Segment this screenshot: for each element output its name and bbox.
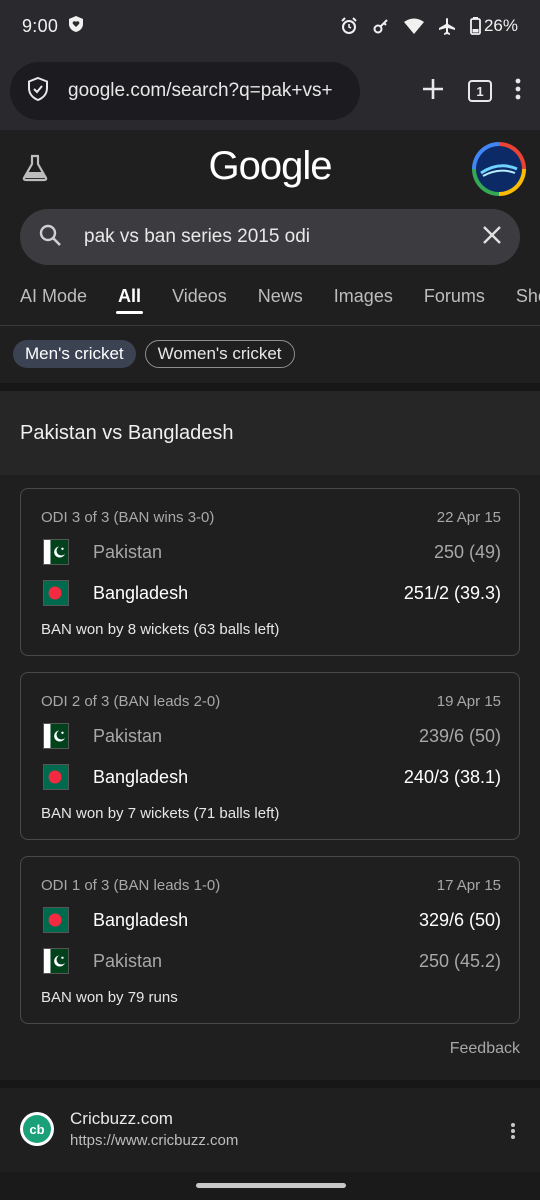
tab-ai-mode[interactable]: AI Mode: [20, 268, 87, 325]
cricbuzz-favicon: cb: [20, 1112, 54, 1146]
new-tab-icon[interactable]: [420, 76, 446, 107]
tab-all[interactable]: All: [116, 268, 144, 325]
account-avatar[interactable]: [472, 142, 526, 196]
team-row: Pakistan 239/6 (50): [43, 722, 501, 750]
battery-percentage: 26%: [483, 16, 518, 35]
overflow-menu-icon[interactable]: [514, 77, 522, 106]
bangladesh-flag-icon: [43, 580, 69, 606]
alarm-icon: [340, 17, 358, 35]
tab-forums[interactable]: Forums: [424, 268, 485, 325]
team-name: Bangladesh: [93, 766, 189, 787]
status-time: 9:00: [22, 15, 59, 36]
section-divider: [0, 383, 540, 391]
team-name: Bangladesh: [93, 909, 189, 930]
tab-shorts[interactable]: Shor: [516, 268, 540, 325]
chip-womens-cricket[interactable]: Women's cricket: [144, 340, 295, 368]
team-score: 329/6 (50): [418, 909, 501, 930]
wifi-icon: [403, 18, 424, 34]
address-bar[interactable]: google.com/search?q=pak+vs+: [10, 62, 360, 120]
search-input[interactable]: pak vs ban series 2015 odi: [84, 226, 310, 248]
team-name: Pakistan: [93, 541, 163, 562]
site-security-icon[interactable]: [26, 76, 50, 107]
team-score: 240/3 (38.1): [403, 766, 501, 787]
match-result: BAN won by 79 runs: [41, 989, 178, 1006]
section-divider: [0, 1080, 540, 1088]
url-text[interactable]: google.com/search?q=pak+vs+: [68, 80, 333, 102]
team-name: Bangladesh: [93, 582, 189, 603]
browser-toolbar: google.com/search?q=pak+vs+ 1: [0, 52, 540, 130]
tab-news[interactable]: News: [258, 268, 303, 325]
match-label: ODI 3 of 3 (BAN wins 3-0): [41, 509, 215, 526]
chip-mens-cricket[interactable]: Men's cricket: [13, 340, 136, 368]
filter-chips: Men's cricket Women's cricket: [13, 340, 295, 368]
clear-icon[interactable]: [482, 225, 502, 250]
bangladesh-flag-icon: [43, 907, 69, 933]
team-name: Pakistan: [93, 950, 163, 971]
pakistan-flag-icon: [43, 723, 69, 749]
pakistan-flag-icon: [43, 539, 69, 565]
match-card[interactable]: ODI 1 of 3 (BAN leads 1-0) 17 Apr 15 Ban…: [20, 856, 520, 1024]
cricbuzz-logo-text: cb: [23, 1115, 51, 1143]
result-url[interactable]: https://www.cricbuzz.com: [70, 1132, 238, 1149]
team-row: Bangladesh 240/3 (38.1): [43, 763, 501, 791]
search-box[interactable]: pak vs ban series 2015 odi: [20, 209, 520, 265]
battery-icon: [470, 17, 481, 35]
team-name: Pakistan: [93, 725, 163, 746]
match-card[interactable]: ODI 2 of 3 (BAN leads 2-0) 19 Apr 15 Pak…: [20, 672, 520, 840]
more-options-icon[interactable]: [510, 1122, 516, 1145]
google-header: Google: [0, 130, 540, 208]
feedback-link[interactable]: Feedback: [450, 1040, 520, 1058]
airplane-icon: [438, 17, 456, 35]
sports-card-title[interactable]: Pakistan vs Bangladesh: [0, 391, 540, 475]
match-result: BAN won by 7 wickets (71 balls left): [41, 805, 280, 822]
match-card[interactable]: ODI 3 of 3 (BAN wins 3-0) 22 Apr 15 Paki…: [20, 488, 520, 656]
search-tabs: AI Mode All Videos News Images Forums Sh…: [0, 268, 540, 326]
team-row: Pakistan 250 (45.2): [43, 947, 501, 975]
match-label: ODI 2 of 3 (BAN leads 2-0): [41, 693, 221, 710]
match-date: 19 Apr 15: [436, 693, 501, 710]
result-site-name[interactable]: Cricbuzz.com: [70, 1109, 238, 1129]
match-date: 22 Apr 15: [436, 509, 501, 526]
tab-switcher-button[interactable]: 1: [468, 80, 492, 102]
match-date: 17 Apr 15: [436, 877, 501, 894]
tab-videos[interactable]: Videos: [172, 268, 227, 325]
key-icon: [372, 17, 390, 35]
team-score: 250 (49): [433, 541, 501, 562]
match-label: ODI 1 of 3 (BAN leads 1-0): [41, 877, 221, 894]
status-bar: 9:00 26%: [0, 0, 540, 52]
gesture-navigation-bar[interactable]: [196, 1183, 346, 1188]
avatar-image: [476, 146, 522, 192]
tab-images[interactable]: Images: [334, 268, 393, 325]
pakistan-flag-icon: [43, 948, 69, 974]
team-score: 239/6 (50): [418, 725, 501, 746]
match-result: BAN won by 8 wickets (63 balls left): [41, 621, 280, 638]
team-row: Bangladesh 251/2 (39.3): [43, 579, 501, 607]
shield-heart-icon: [68, 15, 84, 38]
search-result[interactable]: cb Cricbuzz.com https://www.cricbuzz.com: [0, 1088, 540, 1170]
search-icon[interactable]: [38, 223, 62, 252]
team-score: 250 (45.2): [418, 950, 501, 971]
team-row: Pakistan 250 (49): [43, 538, 501, 566]
google-logo[interactable]: Google: [0, 144, 540, 189]
team-row: Bangladesh 329/6 (50): [43, 906, 501, 934]
team-score: 251/2 (39.3): [403, 582, 501, 603]
bangladesh-flag-icon: [43, 764, 69, 790]
